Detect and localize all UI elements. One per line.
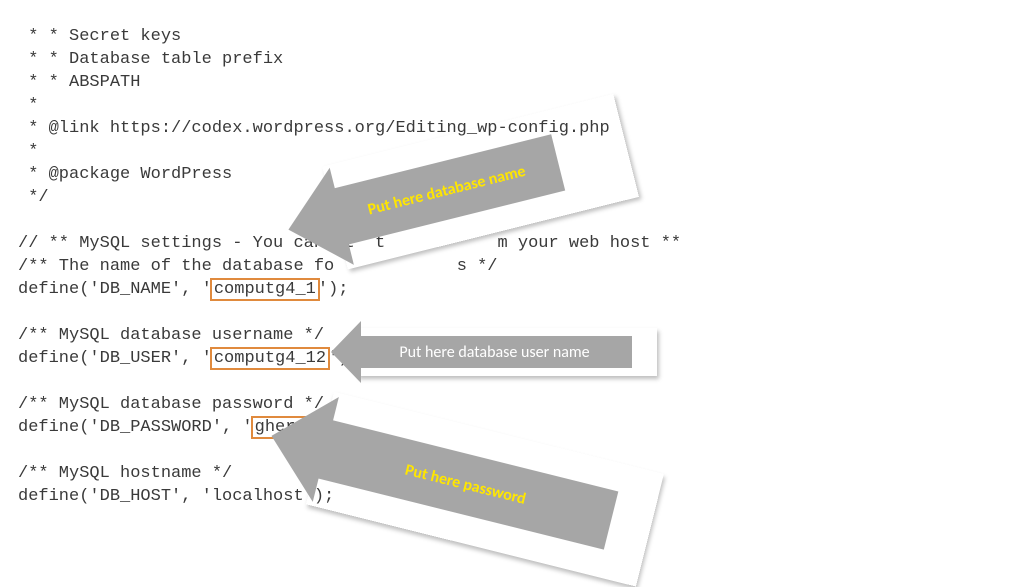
code-line: */ <box>18 188 49 207</box>
annotation-label: Put here database name <box>366 161 528 219</box>
code-line: /** MySQL hostname */ <box>18 464 232 483</box>
annotation-label: Put here password <box>403 460 528 508</box>
code-line: /** MySQL database username */ <box>18 326 324 345</box>
code-line: * * Database table prefix <box>18 50 283 69</box>
annotation-label: Put here database user name <box>399 343 589 362</box>
code-line: * <box>18 142 38 161</box>
code-line: define('DB_USER', 'computg4_12'); <box>18 349 359 368</box>
code-line: /** The name of the database fo s */ <box>18 257 498 276</box>
code-line: define('DB_NAME', 'computg4_1'); <box>18 280 348 299</box>
code-line: * * Secret keys <box>18 27 181 46</box>
code-line: * @package WordPress <box>18 165 232 184</box>
annotation-arrow-db-user: Put here database user name <box>357 328 657 376</box>
db-name-value: computg4_1 <box>210 278 320 301</box>
db-user-value: computg4_12 <box>210 347 330 370</box>
code-line: * * ABSPATH <box>18 73 140 92</box>
code-line: * <box>18 96 38 115</box>
